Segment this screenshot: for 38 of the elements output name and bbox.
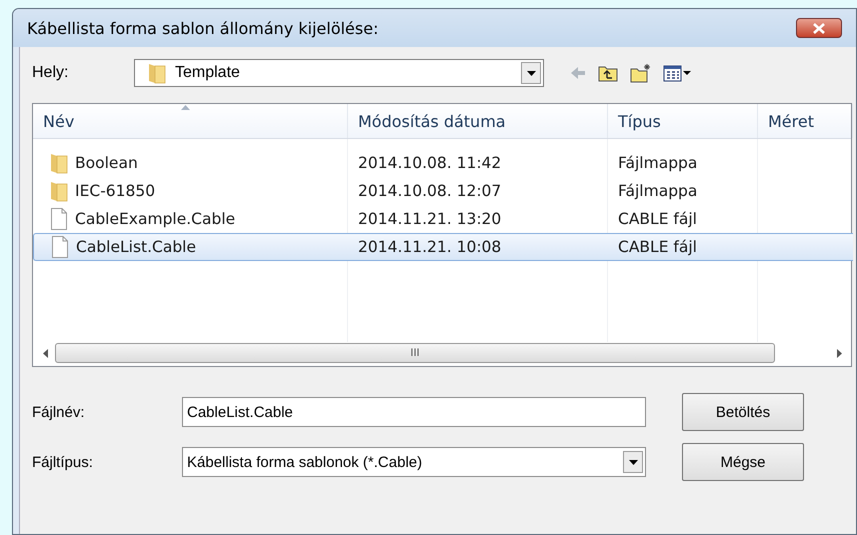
type-cell-text: Fájlmappa	[617, 153, 698, 174]
filename-field[interactable]: CableList.Cable	[182, 397, 646, 427]
column-header[interactable]: Méret	[758, 104, 853, 138]
file-name[interactable]: CableExample.Cable	[33, 205, 348, 233]
window-title: Kábellista forma sablon állomány kijelölése:	[27, 18, 380, 38]
filename-label: Fájlnév:	[32, 404, 86, 420]
column-header[interactable]: Típus	[608, 104, 758, 138]
view-menu-icon[interactable]	[663, 63, 691, 83]
folder-icon	[49, 180, 69, 202]
file-name[interactable]: CableList.Cable	[33, 233, 348, 261]
close-icon	[813, 22, 825, 34]
date-cell-text: 2014.10.08. 12:07	[357, 181, 502, 202]
type-cell: CABLE fájl	[608, 233, 758, 261]
folder-icon	[147, 62, 167, 84]
file-name[interactable]: Boolean	[33, 149, 348, 177]
load-button[interactable]: Betöltés	[682, 393, 804, 431]
file-icon	[50, 235, 70, 259]
column-header[interactable]: Név	[33, 104, 348, 138]
file-name[interactable]: IEC-61850	[33, 177, 348, 205]
type-cell-text: Fájlmappa	[617, 181, 698, 202]
location-dropdown[interactable]: Template	[134, 59, 544, 87]
date-cell-text: 2014.10.08. 11:42	[357, 153, 502, 174]
new-folder-icon[interactable]	[630, 63, 651, 83]
column-header[interactable]: Módosítás dátuma	[348, 104, 608, 138]
date-cell-text: 2014.11.21. 13:20	[357, 209, 502, 230]
file-icon	[49, 207, 69, 231]
folder-icon	[49, 152, 69, 174]
filetype-dropdown[interactable]: Kábellista forma sablonok (*.Cable)	[182, 447, 646, 477]
scroll-left-icon[interactable]	[42, 348, 48, 358]
scroll-right-icon[interactable]	[836, 348, 842, 358]
location-label: Hely:	[32, 64, 70, 82]
cancel-button[interactable]: Mégse	[682, 443, 804, 481]
dropdown-caret-icon[interactable]	[623, 451, 643, 473]
dropdown-caret-icon[interactable]	[521, 62, 541, 84]
filetype-label: Fájltípus:	[32, 454, 94, 470]
close-button[interactable]	[796, 18, 842, 38]
date-cell: 2014.11.21. 10:08	[348, 233, 608, 261]
type-cell-text: CABLE fájl	[617, 209, 698, 230]
